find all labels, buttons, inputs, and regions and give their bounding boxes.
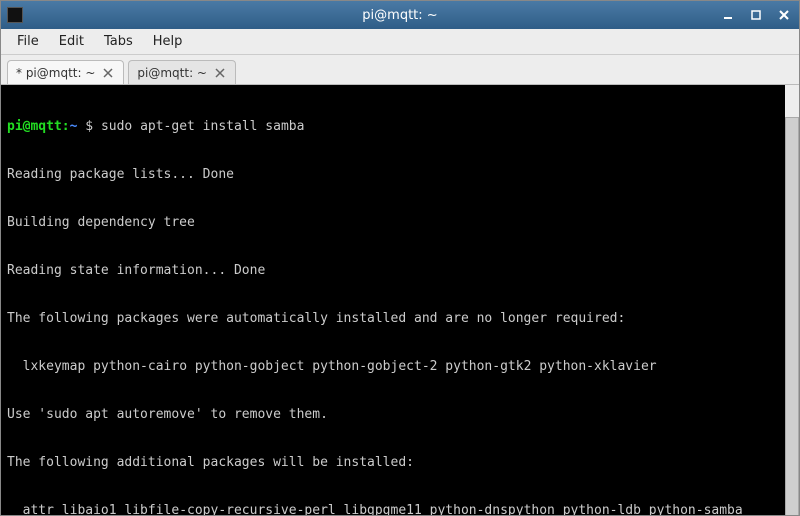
term-line: attr libaio1 libfile-copy-recursive-perl…: [7, 503, 793, 515]
term-line: Use 'sudo apt autoremove' to remove them…: [7, 407, 793, 423]
terminal-app-icon: [7, 7, 23, 23]
term-line: The following packages were automaticall…: [7, 311, 793, 327]
term-line: Reading package lists... Done: [7, 167, 793, 183]
window-controls: [719, 7, 793, 23]
menu-tabs[interactable]: Tabs: [96, 32, 141, 51]
typed-command: sudo apt-get install samba: [101, 119, 305, 134]
term-line: The following additional packages will b…: [7, 455, 793, 471]
tab-label: * pi@mqtt: ~: [16, 66, 95, 80]
close-button[interactable]: [775, 7, 793, 23]
prompt-symbol: $: [77, 119, 100, 134]
term-line: Reading state information... Done: [7, 263, 793, 279]
term-line: Building dependency tree: [7, 215, 793, 231]
close-tab-icon[interactable]: [101, 66, 115, 80]
term-line: lxkeymap python-cairo python-gobject pyt…: [7, 359, 793, 375]
prompt-user-host: pi@mqtt: [7, 119, 62, 134]
menu-help[interactable]: Help: [145, 32, 191, 51]
menu-file[interactable]: File: [9, 32, 47, 51]
maximize-button[interactable]: [747, 7, 765, 23]
tab-bar: * pi@mqtt: ~ pi@mqtt: ~: [1, 55, 799, 85]
tab-inactive[interactable]: pi@mqtt: ~: [128, 60, 236, 84]
titlebar[interactable]: pi@mqtt: ~: [1, 1, 799, 29]
scrollbar-vertical[interactable]: [785, 85, 799, 515]
menu-edit[interactable]: Edit: [51, 32, 92, 51]
minimize-button[interactable]: [719, 7, 737, 23]
scrollbar-thumb[interactable]: [785, 117, 799, 515]
window-title: pi@mqtt: ~: [362, 8, 437, 23]
close-tab-icon[interactable]: [213, 66, 227, 80]
tab-label: pi@mqtt: ~: [137, 66, 207, 80]
menubar: File Edit Tabs Help: [1, 29, 799, 55]
prompt-colon: :: [62, 119, 70, 134]
tab-active[interactable]: * pi@mqtt: ~: [7, 60, 124, 84]
terminal-area[interactable]: pi@mqtt:~ $ sudo apt-get install samba R…: [1, 85, 799, 515]
terminal-window: pi@mqtt: ~ File Edit Tabs Help * pi@mqtt…: [0, 0, 800, 516]
prompt-line: pi@mqtt:~ $ sudo apt-get install samba: [7, 119, 793, 135]
